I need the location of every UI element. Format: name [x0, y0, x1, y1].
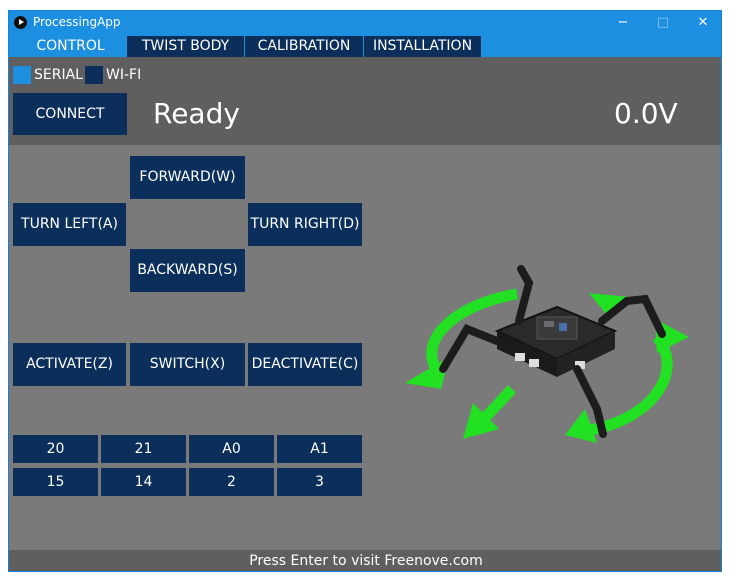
pin-cell[interactable]: 15	[13, 468, 98, 496]
arrowhead-left	[405, 357, 449, 389]
pin-cell[interactable]: 3	[277, 468, 362, 496]
arrow-shaft-down	[477, 385, 517, 425]
maximize-button[interactable]: □	[643, 11, 683, 35]
tab-calibration[interactable]: CALIBRATION	[245, 36, 363, 57]
tab-installation[interactable]: INSTALLATION	[364, 36, 481, 57]
wifi-label: WI-FI	[106, 67, 142, 83]
connect-button[interactable]: CONNECT	[13, 93, 127, 135]
turn-right-button[interactable]: TURN RIGHT(D)	[248, 203, 362, 246]
wifi-radio[interactable]	[85, 66, 103, 84]
pin-cell[interactable]: 21	[101, 435, 186, 463]
forward-button[interactable]: FORWARD(W)	[130, 156, 245, 199]
connection-panel: SERIAL WI-FI CONNECT Ready 0.0V	[9, 57, 721, 145]
turn-left-button[interactable]: TURN LEFT(A)	[13, 203, 126, 246]
serial-label: SERIAL	[34, 67, 83, 83]
switch-button[interactable]: SWITCH(X)	[130, 343, 245, 386]
backward-button[interactable]: BACKWARD(S)	[130, 249, 245, 292]
leg-front-left	[439, 324, 501, 373]
close-button[interactable]: ✕	[683, 11, 721, 35]
pin-cell[interactable]: 2	[189, 468, 274, 496]
pin-cell[interactable]: A1	[277, 435, 362, 463]
status-text: Ready	[153, 97, 240, 130]
pin-cell[interactable]: 20	[13, 435, 98, 463]
robot-body	[494, 305, 618, 377]
footer-link[interactable]: Press Enter to visit Freenove.com	[9, 550, 721, 571]
window-title: ProcessingApp	[33, 15, 121, 29]
activate-button[interactable]: ACTIVATE(Z)	[13, 343, 126, 386]
voltage-readout: 0.0V	[614, 97, 678, 130]
app-window: ProcessingApp − □ ✕ CONTROL TWIST BODY C…	[8, 10, 722, 572]
processing-logo-icon	[14, 16, 27, 29]
minimize-button[interactable]: −	[603, 11, 643, 35]
crawler-robot-icon	[405, 265, 689, 443]
pin-cell[interactable]: 14	[101, 468, 186, 496]
tab-twist-body[interactable]: TWIST BODY	[127, 36, 244, 57]
pin-cell[interactable]: A0	[189, 435, 274, 463]
title-bar: ProcessingApp − □ ✕	[9, 11, 721, 35]
serial-radio[interactable]	[13, 66, 31, 84]
tab-bar: CONTROL TWIST BODY CALIBRATION INSTALLAT…	[9, 35, 721, 57]
leg-back-left	[515, 265, 534, 325]
tab-control[interactable]: CONTROL	[14, 36, 127, 57]
deactivate-button[interactable]: DEACTIVATE(C)	[248, 343, 362, 386]
